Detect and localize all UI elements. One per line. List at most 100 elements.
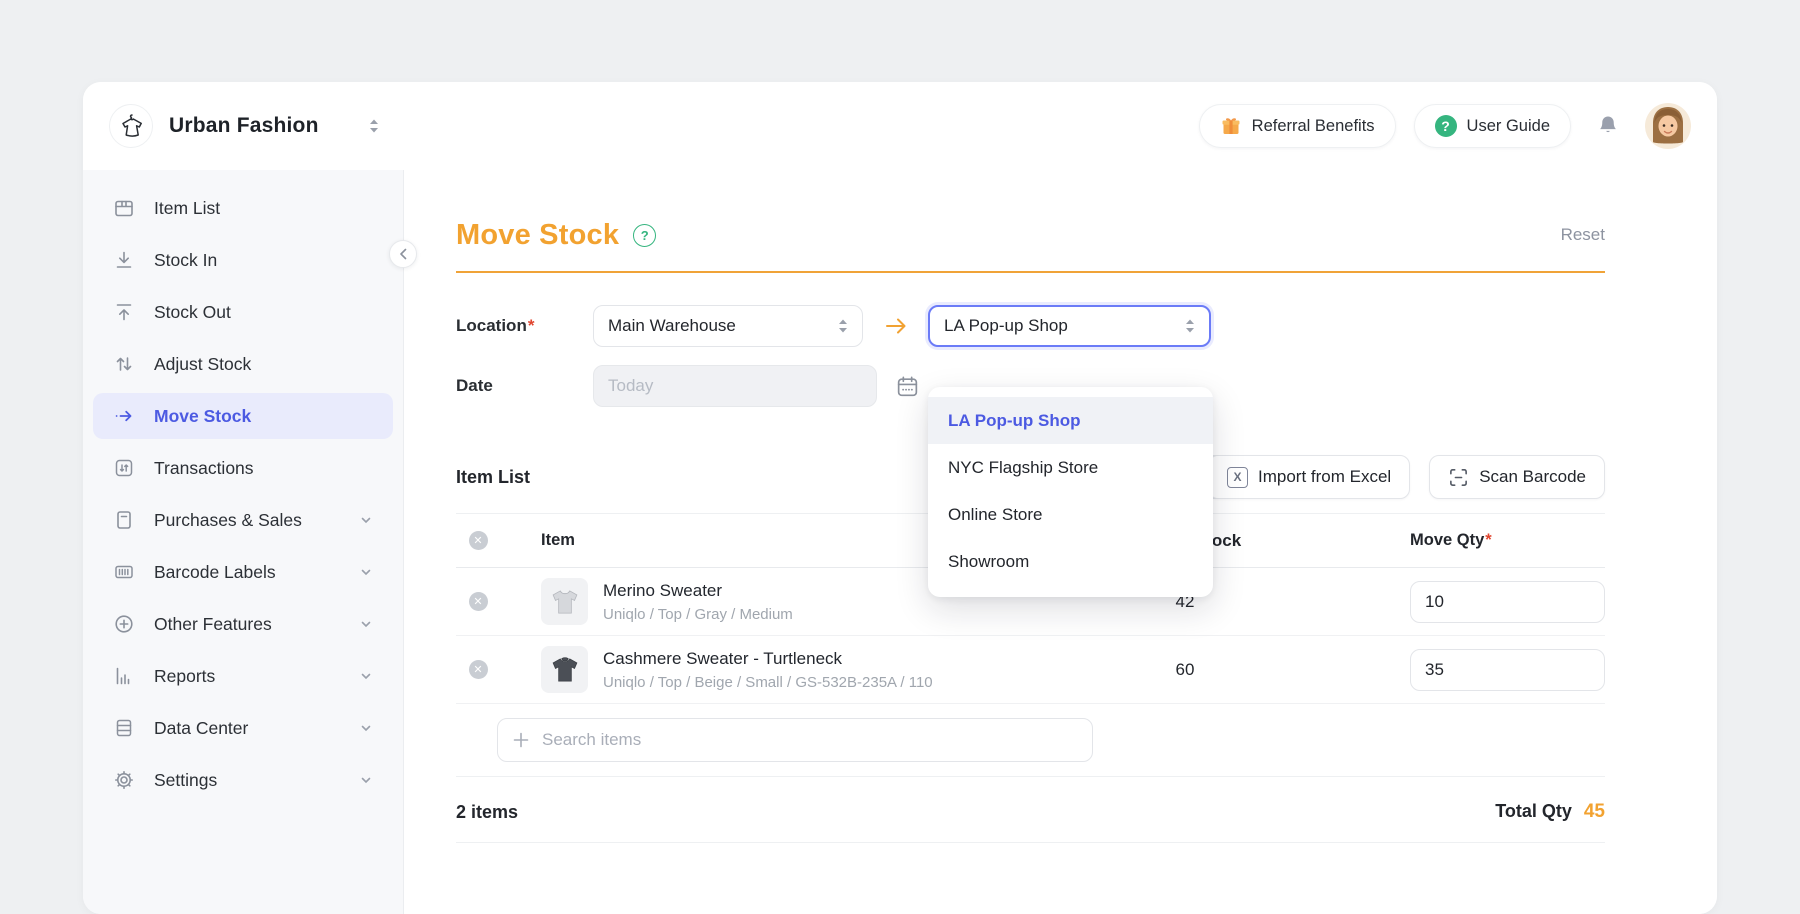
sidebar-item-stock-out[interactable]: Stock Out (93, 289, 393, 335)
sidebar-item-barcode-labels[interactable]: Barcode Labels (93, 549, 393, 595)
remove-all-icon[interactable]: ✕ (469, 531, 488, 550)
dropdown-option-la-popup-shop[interactable]: LA Pop-up Shop (928, 397, 1213, 444)
scan-barcode-button[interactable]: Scan Barcode (1429, 455, 1605, 499)
import-from-excel-label: Import from Excel (1258, 467, 1391, 487)
sidebar-item-label: Purchases & Sales (154, 510, 302, 531)
total-qty-label: Total Qty (1495, 801, 1572, 822)
data-center-icon (113, 717, 135, 739)
reports-icon (113, 665, 135, 687)
remove-row-icon[interactable]: ✕ (469, 592, 488, 611)
page-title: Move Stock (456, 219, 619, 252)
org-name: Urban Fashion (169, 114, 319, 138)
total-qty-value: 45 (1584, 801, 1605, 823)
sidebar-item-label: Move Stock (154, 406, 251, 427)
items-count: 2 items (456, 802, 518, 823)
search-items-box[interactable] (497, 718, 1093, 762)
select-arrows-icon (836, 316, 850, 336)
move-stock-icon (113, 405, 135, 427)
dropdown-option-nyc-flagship-store[interactable]: NYC Flagship Store (928, 444, 1213, 491)
barcode-labels-icon (113, 561, 135, 583)
from-location-select[interactable]: Main Warehouse (593, 305, 863, 347)
sidebar-item-item-list[interactable]: Item List (93, 185, 393, 231)
chevron-down-icon (359, 513, 373, 527)
product-name: Merino Sweater (603, 581, 793, 601)
question-circle-icon: ? (1435, 115, 1457, 137)
product-attributes: Uniqlo / Top / Gray / Medium (603, 606, 793, 623)
to-location-select[interactable]: LA Pop-up Shop (928, 305, 1211, 347)
sidebar-item-other-features[interactable]: Other Features (93, 601, 393, 647)
sidebar-item-stock-in[interactable]: Stock In (93, 237, 393, 283)
calendar-icon[interactable] (895, 374, 920, 399)
chevron-down-icon (359, 721, 373, 735)
main-content: Move Stock ? Reset Location* Main Wareho… (404, 170, 1717, 914)
column-header-move-qty: Move Qty* (1410, 531, 1605, 550)
user-avatar[interactable] (1645, 103, 1691, 149)
location-dropdown-menu: LA Pop-up Shop NYC Flagship Store Online… (928, 387, 1213, 597)
sidebar-collapse-button[interactable] (389, 240, 417, 268)
sidebar-item-reports[interactable]: Reports (93, 653, 393, 699)
dropdown-option-online-store[interactable]: Online Store (928, 491, 1213, 538)
move-qty-input[interactable] (1410, 581, 1605, 623)
sidebar-item-label: Transactions (154, 458, 254, 479)
notifications-bell-icon[interactable] (1595, 113, 1621, 139)
sidebar-item-label: Other Features (154, 614, 272, 635)
sidebar-item-move-stock[interactable]: Move Stock (93, 393, 393, 439)
stock-in-icon (113, 249, 135, 271)
sidebar-item-adjust-stock[interactable]: Adjust Stock (93, 341, 393, 387)
purchases-sales-icon (113, 509, 135, 531)
search-row (456, 704, 1605, 777)
chevron-down-icon (359, 773, 373, 787)
summary-row: 2 items Total Qty 45 (456, 801, 1605, 823)
sidebar-item-label: Reports (154, 666, 215, 687)
date-input[interactable] (593, 365, 877, 407)
chevron-down-icon (359, 669, 373, 683)
remove-row-icon[interactable]: ✕ (469, 660, 488, 679)
excel-icon: X (1227, 467, 1248, 488)
scan-barcode-label: Scan Barcode (1479, 467, 1586, 487)
user-guide-button[interactable]: ? User Guide (1414, 104, 1571, 148)
sidebar-item-transactions[interactable]: Transactions (93, 445, 393, 491)
sidebar-item-label: Data Center (154, 718, 248, 739)
product-name: Cashmere Sweater - Turtleneck (603, 649, 933, 669)
app-window: Urban Fashion Referral Benefits ? User G… (83, 82, 1717, 914)
item-list-icon (113, 197, 135, 219)
product-attributes: Uniqlo / Top / Beige / Small / GS-532B-2… (603, 674, 933, 691)
sidebar-item-data-center[interactable]: Data Center (93, 705, 393, 751)
top-bar: Urban Fashion Referral Benefits ? User G… (83, 82, 1717, 170)
sidebar-item-purchases-sales[interactable]: Purchases & Sales (93, 497, 393, 543)
select-arrows-icon (1183, 316, 1197, 336)
required-asterisk: * (528, 316, 535, 335)
product-image (541, 578, 588, 625)
from-location-value: Main Warehouse (608, 316, 736, 336)
user-guide-label: User Guide (1467, 117, 1550, 136)
table-row: ✕ Cashmere Sweater - Turtleneck Uniqlo /… (456, 636, 1605, 704)
move-qty-input[interactable] (1410, 649, 1605, 691)
reset-button[interactable]: Reset (1561, 225, 1605, 245)
org-switcher-arrows[interactable] (367, 116, 381, 136)
plus-icon (512, 731, 530, 749)
top-bar-actions: Referral Benefits ? User Guide (1199, 103, 1691, 149)
dropdown-option-showroom[interactable]: Showroom (928, 538, 1213, 585)
adjust-stock-icon (113, 353, 135, 375)
stock-value: 60 (1100, 660, 1270, 680)
sidebar-item-label: Settings (154, 770, 217, 791)
referral-benefits-button[interactable]: Referral Benefits (1199, 104, 1396, 148)
body: Item List Stock In Stock Out Adjust Stoc… (83, 170, 1717, 914)
import-from-excel-button[interactable]: X Import from Excel (1208, 455, 1410, 499)
transfer-arrow-icon (863, 315, 928, 337)
transactions-icon (113, 457, 135, 479)
settings-icon (113, 769, 135, 791)
required-asterisk: * (1485, 531, 1491, 549)
date-label: Date (456, 376, 593, 396)
location-label: Location* (456, 316, 593, 336)
sidebar-item-settings[interactable]: Settings (93, 757, 393, 803)
sidebar-item-label: Stock In (154, 250, 217, 271)
referral-benefits-label: Referral Benefits (1252, 117, 1375, 136)
search-items-input[interactable] (542, 730, 1078, 750)
stock-out-icon (113, 301, 135, 323)
brand-logo[interactable] (109, 104, 153, 148)
sidebar-item-label: Stock Out (154, 302, 231, 323)
sidebar-item-label: Item List (154, 198, 220, 219)
help-icon[interactable]: ? (633, 224, 656, 247)
move-stock-form: Location* Main Warehouse LA Pop-up Shop (456, 305, 1605, 407)
